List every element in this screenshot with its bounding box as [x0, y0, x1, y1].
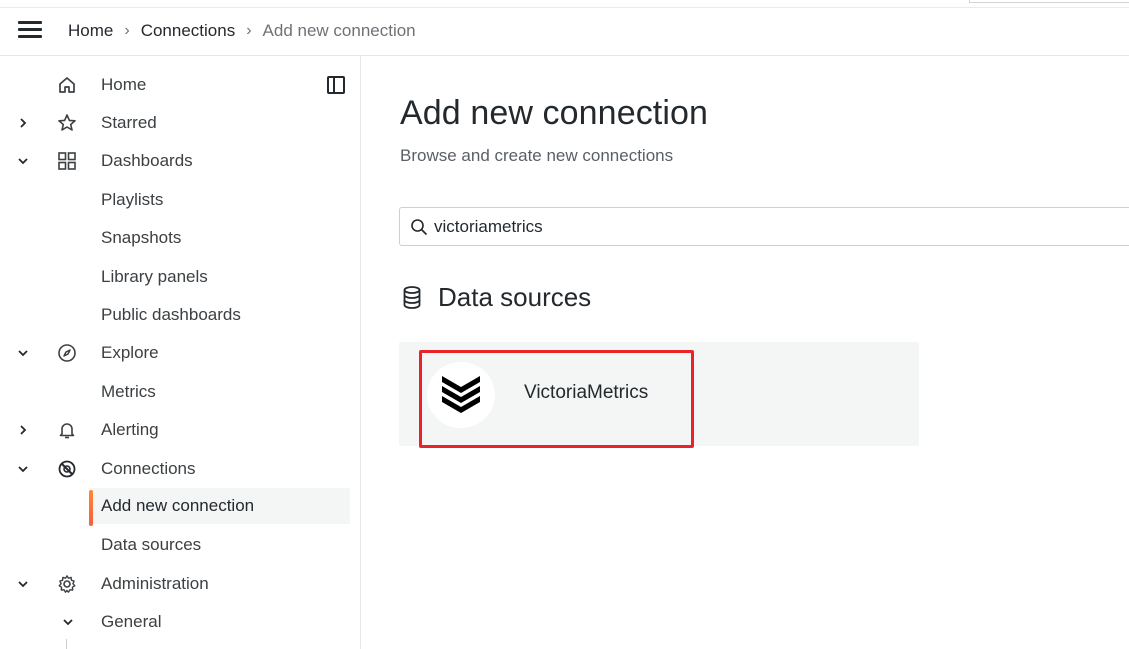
- page-title: Add new connection: [400, 94, 709, 132]
- top-search-edge[interactable]: [969, 0, 1129, 3]
- breadcrumb-home[interactable]: Home: [68, 21, 113, 41]
- gear-icon: [57, 574, 77, 594]
- bell-icon: [57, 420, 77, 440]
- connections-icon: [57, 459, 77, 479]
- sidebar-item-connections[interactable]: Connections: [0, 451, 350, 487]
- sidebar-item-alerting[interactable]: Alerting: [0, 412, 350, 448]
- breadcrumb-separator: ›: [246, 22, 252, 39]
- sidebar-item-label: Add new connection: [101, 496, 255, 515]
- data-sources-section-heading: Data sources: [400, 282, 591, 313]
- sidebar-item-metrics[interactable]: Metrics: [0, 374, 350, 410]
- sidebar-item-label: Dashboards: [101, 151, 193, 170]
- sidebar-item-label: Data sources: [101, 535, 202, 554]
- chevron-down-icon[interactable]: [16, 154, 30, 168]
- sidebar-item-label: Home: [101, 75, 147, 94]
- chevron-down-icon[interactable]: [16, 462, 30, 476]
- chevron-down-icon[interactable]: [16, 346, 30, 360]
- sidebar-item-snapshots[interactable]: Snapshots: [0, 220, 350, 256]
- sidebar-item-explore[interactable]: Explore: [0, 335, 350, 371]
- sidebar-item-label: General: [101, 612, 162, 631]
- chevron-right-icon[interactable]: [16, 116, 30, 130]
- sidebar-item-public-dashboards[interactable]: Public dashboards: [0, 297, 350, 333]
- sidebar-item-library-panels[interactable]: Library panels: [0, 259, 350, 295]
- database-icon: [400, 285, 424, 311]
- page-subtitle: Browse and create new connections: [400, 146, 674, 165]
- victoriametrics-logo: [427, 362, 495, 428]
- sidebar-item-general[interactable]: General: [0, 604, 350, 640]
- search-field[interactable]: [399, 207, 1129, 246]
- breadcrumb-separator: ›: [124, 22, 130, 39]
- sidebar-item-label: Alerting: [101, 420, 159, 439]
- sidebar-item-dashboards[interactable]: Dashboards: [0, 143, 350, 179]
- compass-icon: [57, 343, 77, 363]
- sidebar-item-label: Snapshots: [101, 228, 182, 247]
- data-source-card-victoriametrics[interactable]: VictoriaMetrics: [399, 342, 919, 446]
- tree-guide-line: [66, 639, 67, 649]
- hamburger-icon: [18, 21, 42, 24]
- section-title: Data sources: [438, 282, 592, 312]
- breadcrumb-current: Add new connection: [262, 21, 416, 40]
- chevron-down-icon[interactable]: [61, 615, 75, 629]
- sidebar-item-label: Library panels: [101, 267, 208, 286]
- sidebar-item-label: Administration: [101, 574, 209, 593]
- data-source-name: VictoriaMetrics: [524, 382, 649, 403]
- breadcrumb-connections[interactable]: Connections: [141, 21, 236, 41]
- menu-toggle-button[interactable]: [18, 21, 48, 43]
- chevron-right-icon[interactable]: [16, 423, 30, 437]
- sidebar: Home Starred Dashboards Playlists Snapsh…: [0, 56, 361, 649]
- breadcrumb: Home › Connections › Add new connection: [68, 21, 416, 41]
- sidebar-item-label: Explore: [101, 343, 159, 362]
- sidebar-item-label: Connections: [101, 459, 196, 478]
- search-input[interactable]: [434, 215, 1034, 239]
- sidebar-item-label: Playlists: [101, 190, 164, 209]
- sidebar-item-label: Starred: [101, 113, 157, 132]
- search-icon: [410, 218, 428, 236]
- main-content: Add new connection Browse and create new…: [362, 56, 1129, 649]
- dashboards-grid-icon: [57, 151, 77, 171]
- star-icon: [57, 113, 77, 133]
- sidebar-item-administration[interactable]: Administration: [0, 566, 350, 602]
- sidebar-item-playlists[interactable]: Playlists: [0, 182, 350, 218]
- sidebar-item-starred[interactable]: Starred: [0, 105, 350, 141]
- top-bar: Home › Connections › Add new connection: [0, 0, 1129, 56]
- chevron-down-icon[interactable]: [16, 577, 30, 591]
- sidebar-item-home[interactable]: Home: [0, 67, 350, 103]
- sidebar-item-label: Public dashboards: [101, 305, 241, 324]
- sidebar-item-label: Metrics: [101, 382, 156, 401]
- sidebar-item-data-sources[interactable]: Data sources: [0, 527, 350, 563]
- home-icon: [57, 75, 77, 95]
- sidebar-item-add-new-connection[interactable]: Add new connection: [89, 488, 350, 526]
- top-strip: [0, 0, 1129, 8]
